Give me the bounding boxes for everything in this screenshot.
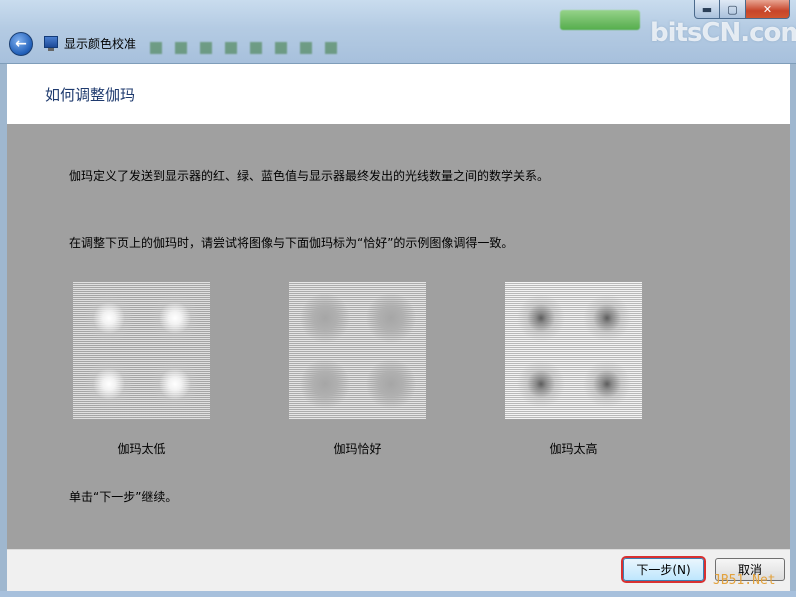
sample-dot: [84, 359, 134, 409]
sample-dot: [300, 293, 350, 343]
watermark-logo-bottom: JB51.Net: [713, 573, 776, 588]
sample-dot: [516, 293, 566, 343]
sample-dot: [84, 293, 134, 343]
dialog-footer: 下一步(N) 取消: [7, 549, 790, 591]
minimize-button[interactable]: ▬: [694, 0, 720, 19]
sample-dot: [516, 359, 566, 409]
close-button[interactable]: ✕: [746, 0, 790, 19]
background-favorite-item: [250, 40, 265, 56]
minimize-icon: ▬: [701, 2, 713, 16]
background-favorites-bar: [150, 40, 350, 56]
background-favorite-item: [225, 40, 240, 56]
watermark-logo-top: bitsCN.com: [650, 18, 796, 48]
dialog-header: 如何调整伽玛: [7, 64, 790, 124]
gamma-too-high-sample-image: [505, 282, 642, 419]
window-controls: ▬ ▢ ✕: [694, 0, 790, 19]
gamma-too-low-sample-image: [73, 282, 210, 419]
maximize-icon: ▢: [727, 2, 738, 16]
window-title-bar: bitsCN.com ▬ ▢ ✕ ← 显示颜色校准: [0, 0, 796, 64]
sample-dot: [150, 293, 200, 343]
sample-dot: [366, 293, 416, 343]
background-green-button: [560, 10, 640, 30]
gamma-just-right-caption: 伽玛恰好: [333, 442, 382, 456]
monitor-icon: [44, 36, 58, 51]
sample-dot: [150, 359, 200, 409]
gamma-instruction-text: 在调整下页上的伽玛时，请尝试将图像与下面伽玛标为“恰好”的示例图像调得一致。: [69, 236, 514, 250]
maximize-button[interactable]: ▢: [720, 0, 746, 19]
continue-instruction-text: 单击“下一步”继续。: [69, 490, 178, 504]
close-icon: ✕: [762, 2, 773, 16]
background-browser-strip: [0, 6, 560, 26]
gamma-too-low-caption: 伽玛太低: [117, 442, 166, 456]
back-arrow-icon: ←: [15, 36, 27, 52]
sample-dot: [582, 359, 632, 409]
sample-dot: [300, 359, 350, 409]
background-favorite-item: [150, 40, 165, 56]
gamma-just-right-sample-image: [289, 282, 426, 419]
background-favorite-item: [175, 40, 190, 56]
background-favorite-item: [200, 40, 215, 56]
window-title: 显示颜色校准: [64, 37, 137, 51]
page-title: 如何调整伽玛: [45, 86, 136, 104]
sample-dot: [582, 293, 632, 343]
next-button[interactable]: 下一步(N): [623, 558, 704, 581]
background-favorite-item: [325, 40, 340, 56]
dialog-content: 伽玛定义了发送到显示器的红、绿、蓝色值与显示器最终发出的光线数量之间的数学关系。…: [7, 124, 790, 549]
back-button[interactable]: ←: [9, 32, 33, 56]
background-favorite-item: [275, 40, 290, 56]
sample-dot: [366, 359, 416, 409]
window-bottom-border: [0, 591, 796, 597]
gamma-too-high-caption: 伽玛太高: [549, 442, 598, 456]
background-favorite-item: [300, 40, 315, 56]
gamma-definition-text: 伽玛定义了发送到显示器的红、绿、蓝色值与显示器最终发出的光线数量之间的数学关系。: [69, 169, 550, 183]
